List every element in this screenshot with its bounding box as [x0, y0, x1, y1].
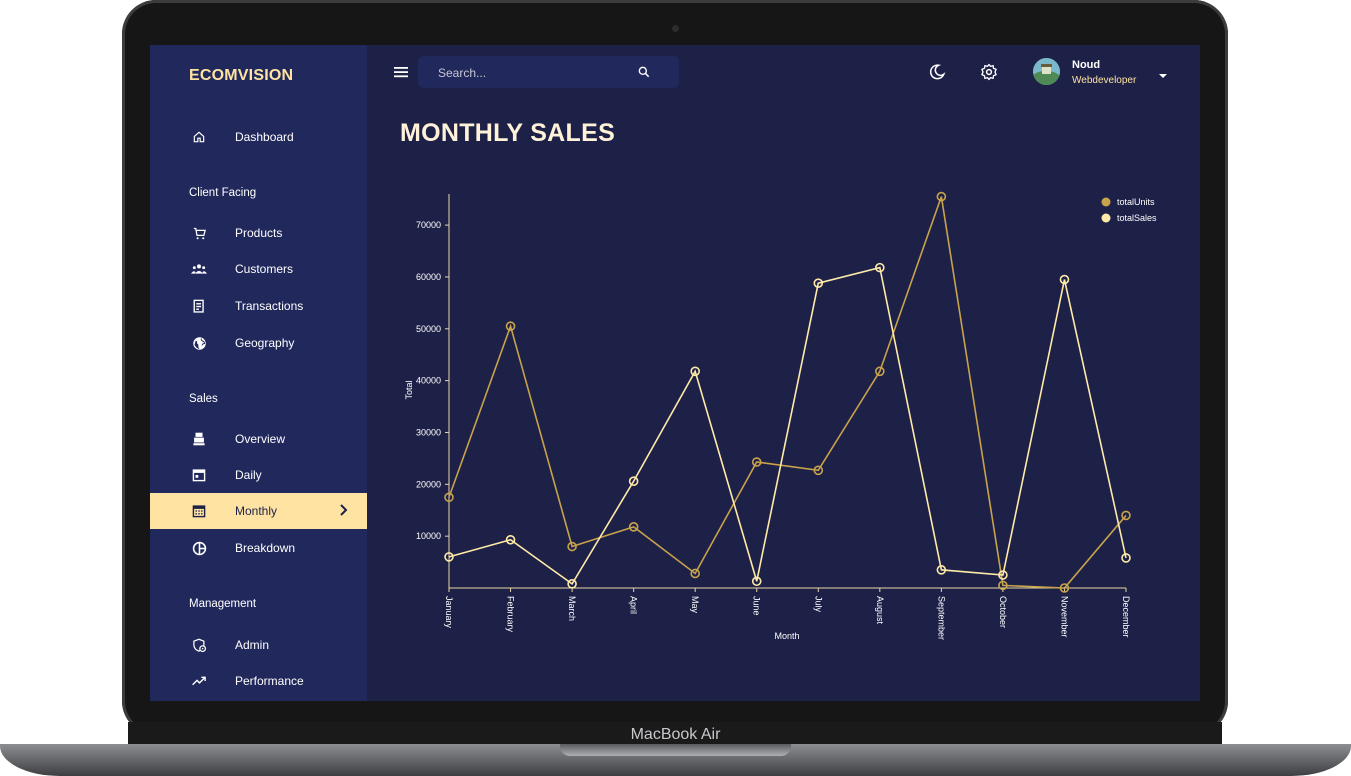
y-ticks: 10000 20000 30000 40000 50000 60000 70000 [416, 220, 449, 541]
chart-series [444, 191, 1131, 593]
y-axis-label: Total [404, 380, 414, 399]
legend-label: totalSales [1117, 213, 1157, 223]
x-tick-label: April [629, 596, 639, 614]
camera-icon [672, 25, 679, 32]
y-tick-label: 40000 [416, 376, 441, 386]
x-tick-label: June [752, 596, 762, 616]
x-tick-label: October [998, 596, 1008, 628]
y-tick-label: 50000 [416, 324, 441, 334]
y-tick-label: 70000 [416, 220, 441, 230]
x-tick-label: December [1121, 596, 1131, 638]
x-tick-label: September [936, 596, 946, 640]
x-tick-label: January [444, 596, 454, 629]
chart-axes [448, 194, 1126, 589]
y-tick-label: 60000 [416, 272, 441, 282]
series-line [448, 266, 1127, 586]
series-totalUnits [444, 191, 1131, 593]
y-tick-label: 10000 [416, 531, 441, 541]
series-line [448, 196, 1127, 589]
legend-swatch [1101, 213, 1111, 223]
x-tick-label: February [506, 596, 516, 633]
device-label: MacBook Air [630, 726, 721, 743]
x-tick-label: November [1059, 596, 1069, 638]
laptop-notch [560, 744, 791, 756]
y-tick-label: 20000 [416, 479, 441, 489]
x-tick-label: May [690, 596, 700, 614]
x-axis-label: Month [774, 631, 799, 641]
x-tick-label: August [875, 596, 885, 625]
y-tick-label: 30000 [416, 427, 441, 437]
app-screen: ECOMVISION Dashboard Client Facing Produ… [150, 45, 1200, 701]
series-totalSales [444, 262, 1131, 589]
x-tick-label: March [567, 596, 577, 621]
data-point [1121, 510, 1131, 521]
chart-legend: totalUnits totalSales [1101, 197, 1157, 223]
legend-label: totalUnits [1117, 197, 1155, 207]
monthly-sales-chart: 10000 20000 30000 40000 50000 60000 70000 Janu… [404, 191, 1157, 641]
legend-swatch [1101, 197, 1111, 207]
x-tick-label: July [813, 596, 823, 613]
